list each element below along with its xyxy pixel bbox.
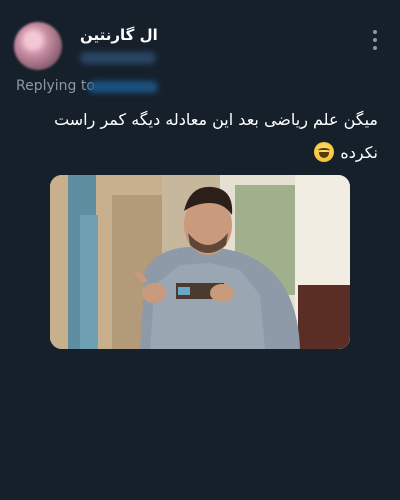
tweet-text-line-1: میگن علم ریاضی بعد این معادله دیگه کمر ر… <box>54 110 378 129</box>
more-options-icon[interactable] <box>372 30 378 50</box>
author-handle-blurred <box>80 52 156 64</box>
grinning-sweat-face-icon <box>314 142 335 162</box>
tweet-media-image[interactable] <box>50 175 350 349</box>
photo-illustration <box>50 175 350 349</box>
tweet-text-line-2-text: نکرده <box>340 143 378 162</box>
replying-to-user-blurred[interactable] <box>88 81 158 93</box>
tweet-text: میگن علم ریاضی بعد این معادله دیگه کمر ر… <box>22 103 378 169</box>
tweet-text-line-2: نکرده <box>22 136 378 169</box>
tweet-card[interactable]: ال گارنتین Replying to میگن علم ریاضی بع… <box>0 0 400 500</box>
avatar[interactable] <box>14 22 62 70</box>
replying-to-label: Replying to <box>16 78 95 94</box>
author-name[interactable]: ال گارنتین <box>80 26 158 44</box>
